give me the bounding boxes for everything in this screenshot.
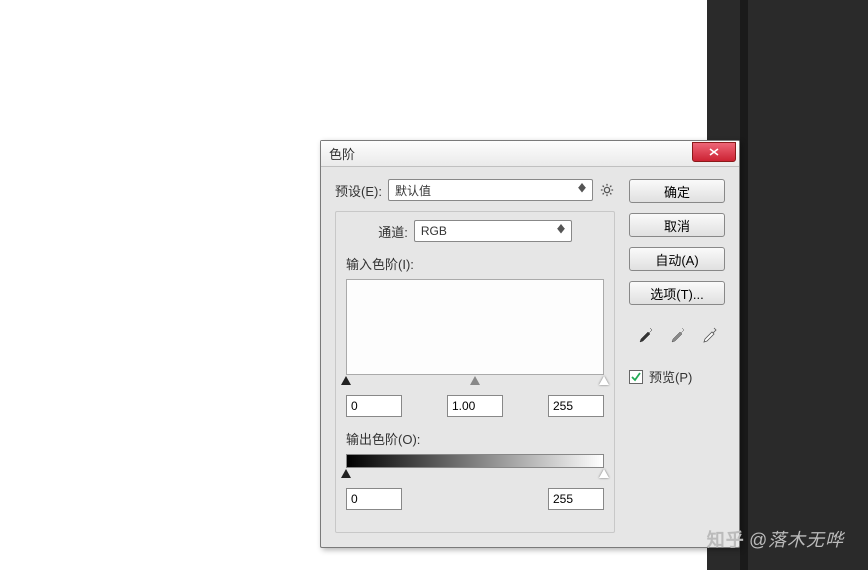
input-black-handle[interactable] bbox=[341, 376, 351, 385]
preset-label: 预设(E): bbox=[335, 181, 382, 200]
gear-icon bbox=[600, 183, 614, 197]
input-gamma-handle[interactable] bbox=[470, 376, 480, 385]
output-gradient bbox=[346, 454, 604, 468]
output-white-field[interactable] bbox=[548, 488, 604, 510]
preview-checkbox[interactable] bbox=[629, 370, 643, 384]
input-slider[interactable] bbox=[346, 377, 604, 387]
output-levels-label: 输出色阶(O): bbox=[346, 429, 604, 448]
output-black-handle[interactable] bbox=[341, 469, 351, 478]
black-point-eyedropper[interactable] bbox=[633, 325, 657, 345]
watermark-user: @落木无哗 bbox=[749, 526, 844, 552]
eyedropper-icon bbox=[636, 326, 654, 344]
preset-select[interactable]: 默认值 bbox=[388, 179, 593, 201]
eyedropper-icon bbox=[700, 326, 718, 344]
histogram bbox=[346, 279, 604, 375]
watermark: 知乎 @落木无哗 bbox=[707, 526, 844, 552]
levels-fieldset: 通道: RGB 输入色阶(I): 输出色阶(O): bbox=[335, 211, 615, 533]
watermark-site: 知乎 bbox=[707, 526, 745, 552]
ok-button[interactable]: 确定 bbox=[629, 179, 725, 203]
levels-dialog: 色阶 预设(E): 默认值 通道: RGB 输入色阶(I): bbox=[320, 140, 740, 548]
gray-point-eyedropper[interactable] bbox=[665, 325, 689, 345]
close-button[interactable] bbox=[692, 142, 736, 162]
check-icon bbox=[631, 372, 641, 382]
channel-label: 通道: bbox=[378, 222, 408, 241]
auto-button[interactable]: 自动(A) bbox=[629, 247, 725, 271]
cancel-button[interactable]: 取消 bbox=[629, 213, 725, 237]
close-icon bbox=[709, 148, 719, 156]
output-slider[interactable] bbox=[346, 470, 604, 480]
options-button[interactable]: 选项(T)... bbox=[629, 281, 725, 305]
input-white-handle[interactable] bbox=[599, 376, 609, 385]
input-levels-label: 输入色阶(I): bbox=[346, 254, 604, 273]
eyedropper-icon bbox=[668, 326, 686, 344]
output-black-field[interactable] bbox=[346, 488, 402, 510]
channel-select[interactable]: RGB bbox=[414, 220, 572, 242]
output-white-handle[interactable] bbox=[599, 469, 609, 478]
input-white-field[interactable] bbox=[548, 395, 604, 417]
dialog-title: 色阶 bbox=[329, 144, 355, 163]
titlebar[interactable]: 色阶 bbox=[321, 141, 739, 167]
input-black-field[interactable] bbox=[346, 395, 402, 417]
input-gamma-field[interactable] bbox=[447, 395, 503, 417]
preview-label: 预览(P) bbox=[649, 367, 692, 386]
white-point-eyedropper[interactable] bbox=[697, 325, 721, 345]
preset-menu-button[interactable] bbox=[599, 182, 615, 198]
